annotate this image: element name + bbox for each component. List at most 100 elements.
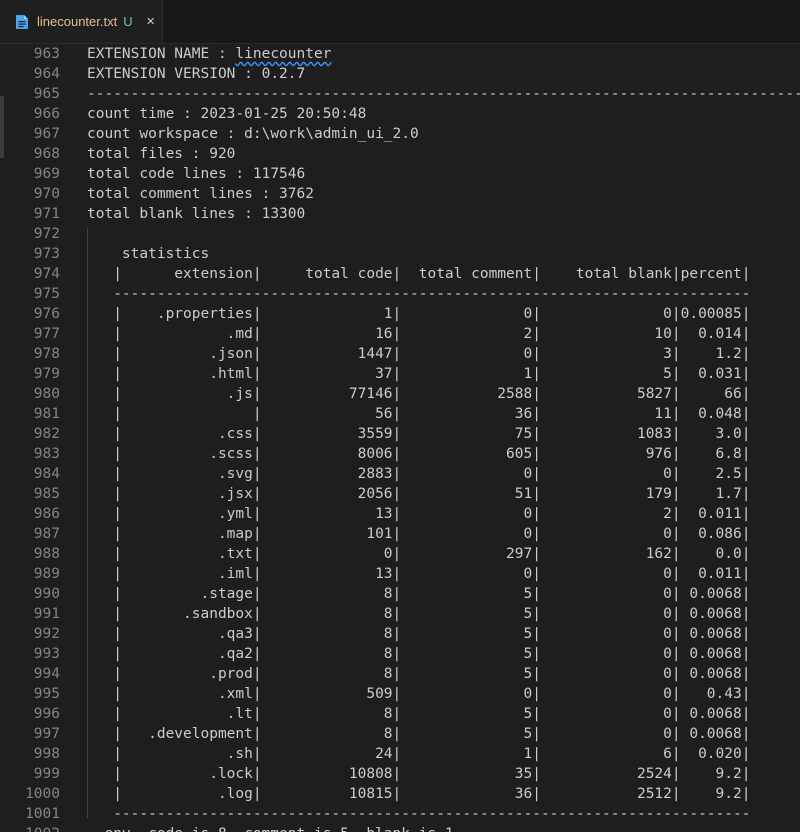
code-line[interactable]: 995 | .xml| 509| 0| 0| 0.43| <box>0 684 800 704</box>
code-line[interactable]: 997 | .development| 8| 5| 0| 0.0068| <box>0 724 800 744</box>
code-line[interactable]: 1000 | .log| 10815| 36| 2512| 9.2| <box>0 784 800 804</box>
line-number: 986 <box>33 506 60 522</box>
line-text: | .qa3| 8| 5| 0| 0.0068| <box>87 626 751 642</box>
code-line[interactable]: 984 | .svg| 2883| 0| 0| 2.5| <box>0 464 800 484</box>
line-text: | .jsx| 2056| 51| 179| 1.7| <box>87 486 751 502</box>
line-text: | .properties| 1| 0| 0|0.00085| <box>87 306 751 322</box>
line-number: 997 <box>33 726 60 742</box>
line-text: total files : 920 <box>87 146 236 162</box>
line-text: | .js| 77146| 2588| 5827| 66| <box>87 386 751 402</box>
code-line[interactable]: 1001 -----------------------------------… <box>0 804 800 824</box>
line-number: 1002 <box>0 824 60 832</box>
line-number: 994 <box>33 666 60 682</box>
line-number: 982 <box>33 426 60 442</box>
line-number: 993 <box>33 646 60 662</box>
code-line[interactable]: 991 | .sandbox| 8| 5| 0| 0.0068| <box>0 604 800 624</box>
code-line[interactable]: 974 | extension| total code| total comme… <box>0 264 800 284</box>
line-text: | .log| 10815| 36| 2512| 9.2| <box>87 786 751 802</box>
line-number: 995 <box>33 686 60 702</box>
code-line[interactable]: 973 statistics <box>0 244 800 264</box>
code-line[interactable]: 990 | .stage| 8| 5| 0| 0.0068| <box>0 584 800 604</box>
tab-linecounter[interactable]: linecounter.txt U × <box>0 0 163 43</box>
code-line[interactable]: 980 | .js| 77146| 2588| 5827| 66| <box>0 384 800 404</box>
code-line[interactable]: 965 -------------------------------------… <box>0 84 800 104</box>
line-number: 977 <box>33 326 60 342</box>
line-number: 974 <box>33 266 60 282</box>
line-text: | .lock| 10808| 35| 2524| 9.2| <box>87 766 751 782</box>
code-line[interactable]: 983 | .scss| 8006| 605| 976| 6.8| <box>0 444 800 464</box>
line-number: 963 <box>33 46 60 62</box>
line-number: 985 <box>33 486 60 502</box>
line-number: 998 <box>33 746 60 762</box>
code-line[interactable]: 996 | .lt| 8| 5| 0| 0.0068| <box>0 704 800 724</box>
code-line[interactable]: 967 count workspace : d:\work\admin_ui_2.… <box>0 124 800 144</box>
code-line[interactable]: 998 | .sh| 24| 1| 6| 0.020| <box>0 744 800 764</box>
code-line[interactable]: 966 count time : 2023-01-25 20:50:48 <box>0 104 800 124</box>
code-line[interactable]: 977 | .md| 16| 2| 10| 0.014| <box>0 324 800 344</box>
line-number: 979 <box>33 366 60 382</box>
line-text: | .css| 3559| 75| 1083| 3.0| <box>87 426 751 442</box>
code-line[interactable]: 979 | .html| 37| 1| 5| 0.031| <box>0 364 800 384</box>
tab-bar: linecounter.txt U × <box>0 0 800 44</box>
line-text: ----------------------------------------… <box>87 86 800 102</box>
line-number: 989 <box>33 566 60 582</box>
close-icon[interactable]: × <box>143 13 159 30</box>
code-line[interactable]: 968 total files : 920 <box>0 144 800 164</box>
code-line[interactable]: 969 total code lines : 117546 <box>0 164 800 184</box>
code-line[interactable]: 976 | .properties| 1| 0| 0|0.00085| <box>0 304 800 324</box>
line-text: count workspace : d:\work\admin_ui_2.0 <box>87 126 419 142</box>
code-line[interactable]: 989 | .iml| 13| 0| 0| 0.011| <box>0 564 800 584</box>
line-text: total comment lines : 3762 <box>87 186 314 202</box>
line-number: 966 <box>33 106 60 122</box>
line-text: | .prod| 8| 5| 0| 0.0068| <box>87 666 751 682</box>
line-number: 968 <box>33 146 60 162</box>
git-status-badge: U <box>123 14 133 29</box>
code-line[interactable]: 971 total blank lines : 13300 <box>0 204 800 224</box>
code-line[interactable]: 988 | .txt| 0| 297| 162| 0.0| <box>0 544 800 564</box>
line-number: 981 <box>33 406 60 422</box>
code-line[interactable]: 970 total comment lines : 3762 <box>0 184 800 204</box>
line-number: 1000 <box>25 786 60 802</box>
line-text: | .iml| 13| 0| 0| 0.011| <box>87 566 751 582</box>
code-line[interactable]: 982 | .css| 3559| 75| 1083| 3.0| <box>0 424 800 444</box>
line-number: 964 <box>33 66 60 82</box>
line-number: 973 <box>33 246 60 262</box>
line-text: | .qa2| 8| 5| 0| 0.0068| <box>87 646 751 662</box>
line-number: 984 <box>33 466 60 482</box>
line-text: .env, code is 8, comment is 5, blank is … <box>87 824 454 832</box>
line-text: | .md| 16| 2| 10| 0.014| <box>87 326 751 342</box>
code-line[interactable]: 999 | .lock| 10808| 35| 2524| 9.2| <box>0 764 800 784</box>
line-text: | .svg| 2883| 0| 0| 2.5| <box>87 466 751 482</box>
line-text: | .development| 8| 5| 0| 0.0068| <box>87 726 751 742</box>
line-text: | .scss| 8006| 605| 976| 6.8| <box>87 446 751 462</box>
line-number: 991 <box>33 606 60 622</box>
line-number: 988 <box>33 546 60 562</box>
line-text: | .json| 1447| 0| 3| 1.2| <box>87 346 751 362</box>
code-line[interactable]: 1002 .env, code is 8, comment is 5, blan… <box>0 824 800 832</box>
code-line[interactable]: 964 EXTENSION VERSION : 0.2.7 <box>0 64 800 84</box>
line-text: | .map| 101| 0| 0| 0.086| <box>87 526 751 542</box>
line-number: 1001 <box>25 806 60 822</box>
line-text: total blank lines : 13300 <box>87 206 306 222</box>
editor-area[interactable]: 963 EXTENSION NAME : linecounter 964 EXTENS… <box>0 44 800 832</box>
code-line[interactable]: 978 | .json| 1447| 0| 3| 1.2| <box>0 344 800 364</box>
line-number: 980 <box>33 386 60 402</box>
code-line[interactable]: 985 | .jsx| 2056| 51| 179| 1.7| <box>0 484 800 504</box>
code-line[interactable]: 987 | .map| 101| 0| 0| 0.086| <box>0 524 800 544</box>
code-line[interactable]: 963 EXTENSION NAME : linecounter <box>0 44 800 64</box>
line-number: 992 <box>33 626 60 642</box>
code-line[interactable]: 986 | .yml| 13| 0| 2| 0.011| <box>0 504 800 524</box>
code-line[interactable]: 975 ------------------------------------… <box>0 284 800 304</box>
line-number: 972 <box>33 226 60 242</box>
line-number: 976 <box>33 306 60 322</box>
tab-filename: linecounter.txt <box>37 14 118 29</box>
line-number: 971 <box>33 206 60 222</box>
code-line[interactable]: 992 | .qa3| 8| 5| 0| 0.0068| <box>0 624 800 644</box>
code-line[interactable]: 981 | | 56| 36| 11| 0.048| <box>0 404 800 424</box>
line-number: 969 <box>33 166 60 182</box>
line-text: | .sh| 24| 1| 6| 0.020| <box>87 746 751 762</box>
code-line[interactable]: 972 <box>0 224 800 244</box>
code-line[interactable]: 993 | .qa2| 8| 5| 0| 0.0068| <box>0 644 800 664</box>
line-text: count time : 2023-01-25 20:50:48 <box>87 106 367 122</box>
code-line[interactable]: 994 | .prod| 8| 5| 0| 0.0068| <box>0 664 800 684</box>
